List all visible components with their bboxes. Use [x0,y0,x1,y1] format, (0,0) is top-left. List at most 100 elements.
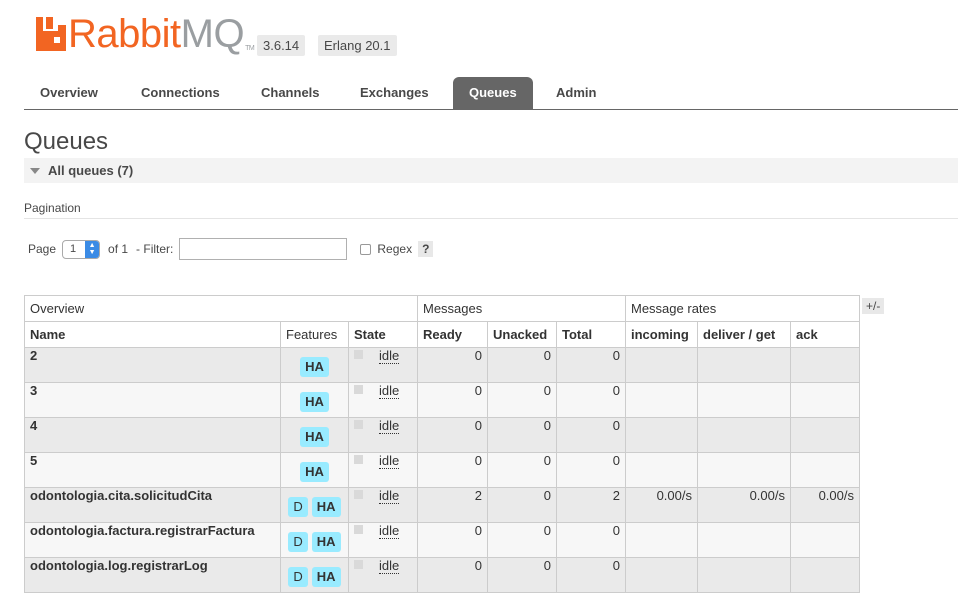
total-count: 0 [556,417,626,453]
ready-count: 0 [417,347,488,383]
state-cell: idle [348,557,418,593]
durable-badge: D [288,532,308,552]
select-arrows-icon: ▲ ▼ [85,240,100,258]
deliver-get-rate [697,417,791,453]
column-header-total[interactable]: Total [556,321,626,348]
state-indicator-icon [354,420,363,429]
incoming-rate [625,522,698,558]
queue-name-link[interactable]: 3 [24,382,281,418]
table-row: odontologia.log.registrarLog D HA idle 0 0 0 [24,557,860,593]
ha-badge: HA [311,497,341,517]
ack-rate [790,382,860,418]
incoming-rate [625,452,698,488]
ready-count: 0 [417,382,488,418]
ready-count: 0 [417,417,488,453]
filter-input[interactable] [179,238,348,260]
table-row: 5 HA idle 0 0 0 [24,452,860,488]
column-header-unacked[interactable]: Unacked [487,321,557,348]
deliver-get-rate [697,557,791,593]
pagination-toggle[interactable]: Pagination [24,201,81,215]
column-header-ready[interactable]: Ready [417,321,488,348]
incoming-rate [625,347,698,383]
incoming-rate [625,382,698,418]
tab-exchanges[interactable]: Exchanges [344,77,445,109]
total-count: 0 [556,522,626,558]
table-row: 4 HA idle 0 0 0 [24,417,860,453]
unacked-count: 0 [487,417,557,453]
queue-name-link[interactable]: 2 [24,347,281,383]
column-header-incoming[interactable]: incoming [625,321,698,348]
total-count: 2 [556,487,626,523]
column-header-deliver-get[interactable]: deliver / get [697,321,791,348]
page-select[interactable]: 1 ▲ ▼ [62,239,101,259]
state-label: idle [379,488,400,504]
page-count-label: of 1 [108,242,129,256]
version-badge: 3.6.14 [257,35,306,56]
table-row: odontologia.cita.solicitudCita D HA idle 2 0 2… [24,487,860,523]
page-select-value: 1 [70,243,77,255]
state-label: idle [379,418,400,434]
group-header-overview: Overview [24,295,418,322]
all-queues-label: All queues (7) [48,163,134,178]
collapse-triangle-icon [30,168,40,174]
table-row: odontologia.factura.registrarFactura D HA i… [24,522,860,558]
deliver-get-rate [697,452,791,488]
queues-table: Overview Messages Message rates Name Fea… [24,295,860,593]
queue-name-link[interactable]: 5 [24,452,281,488]
logo-text-mq: MQ [180,12,245,56]
queue-name-link[interactable]: odontologia.factura.registrarFactura [24,522,281,558]
state-label: idle [379,523,400,539]
ack-rate [790,452,860,488]
total-count: 0 [556,382,626,418]
tab-overview[interactable]: Overview [24,77,114,109]
tab-connections[interactable]: Connections [125,77,236,109]
queue-name-link[interactable]: 4 [24,417,281,453]
group-header-rates: Message rates [625,295,860,322]
total-count: 0 [556,557,626,593]
ha-badge: HA [300,427,329,447]
unacked-count: 0 [487,452,557,488]
deliver-get-rate [697,347,791,383]
queue-name-link[interactable]: odontologia.log.registrarLog [24,557,281,593]
columns-toggle-button[interactable]: +/- [862,298,885,314]
rabbitmq-logo: Rabbit MQ TM [36,12,255,56]
ready-count: 2 [417,487,488,523]
page-label: Page [28,242,57,256]
page-title: Queues [24,128,109,155]
column-header-name[interactable]: Name [24,321,281,348]
ha-badge: HA [311,567,341,587]
ack-rate [790,347,860,383]
ack-rate [790,417,860,453]
all-queues-toggle[interactable]: All queues (7) [24,158,958,183]
tab-queues[interactable]: Queues [453,77,533,109]
ack-rate: 0.00/s [790,487,860,523]
ack-rate [790,557,860,593]
features-cell: D HA [280,487,349,523]
column-header-state[interactable]: State [348,321,418,348]
incoming-rate [625,417,698,453]
ack-rate [790,522,860,558]
ha-badge: HA [300,462,329,482]
help-button[interactable]: ? [418,241,434,257]
table-row: 3 HA idle 0 0 0 [24,382,860,418]
deliver-get-rate [697,382,791,418]
table-row: 2 HA idle 0 0 0 [24,347,860,383]
durable-badge: D [288,497,308,517]
ha-badge: HA [300,392,329,412]
tab-channels[interactable]: Channels [245,77,336,109]
state-cell: idle [348,417,418,453]
queue-name-link[interactable]: odontologia.cita.solicitudCita [24,487,281,523]
features-cell: D HA [280,557,349,593]
state-cell: idle [348,487,418,523]
incoming-rate [625,557,698,593]
regex-checkbox[interactable] [360,243,372,255]
ready-count: 0 [417,557,488,593]
column-header-ack[interactable]: ack [790,321,860,348]
main-tabs: Overview Connections Channels Exchanges … [24,77,958,110]
tab-admin[interactable]: Admin [540,77,612,109]
regex-label: Regex [377,242,413,256]
features-cell: HA [280,382,349,418]
deliver-get-rate: 0.00/s [697,487,791,523]
filter-label: - Filter: [136,242,174,256]
ha-badge: HA [311,532,341,552]
